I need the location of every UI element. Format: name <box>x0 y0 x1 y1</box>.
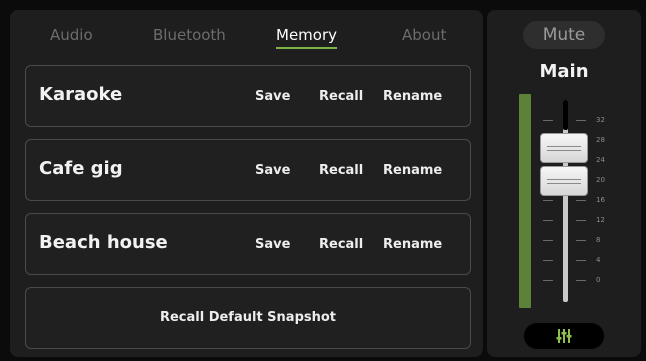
scale-tick <box>543 280 553 281</box>
tab-bluetooth[interactable]: Bluetooth <box>153 26 226 44</box>
fader-track-top <box>563 100 568 130</box>
scale-tick <box>576 120 586 121</box>
fader-handle-line <box>547 179 581 180</box>
tab-memory[interactable]: Memory <box>276 26 338 49</box>
scale-label: 20 <box>596 176 605 184</box>
fader-track <box>563 100 568 302</box>
mute-button[interactable]: Mute <box>523 21 605 49</box>
sliders-icon <box>556 329 572 343</box>
snapshot-row: Beach house Save Recall Rename <box>25 213 471 275</box>
scale-tick <box>543 220 553 221</box>
active-tab-indicator <box>276 47 338 49</box>
scale-tick <box>576 260 586 261</box>
tab-audio[interactable]: Audio <box>50 26 93 44</box>
tab-about[interactable]: About <box>402 26 446 44</box>
rename-button[interactable]: Rename <box>383 163 442 178</box>
scale-tick <box>576 280 586 281</box>
fader-handle[interactable] <box>540 133 588 163</box>
memory-panel: Audio Bluetooth Memory About Karaoke Sav… <box>10 10 483 357</box>
fader-handle-line <box>547 150 581 151</box>
rename-button[interactable]: Rename <box>383 89 442 104</box>
recall-button[interactable]: Recall <box>319 163 363 178</box>
scale-tick <box>543 260 553 261</box>
rename-button[interactable]: Rename <box>383 237 442 252</box>
save-button[interactable]: Save <box>255 163 290 178</box>
recall-default-snapshot-button[interactable]: Recall Default Snapshot <box>25 287 471 349</box>
fader-handle-line <box>547 146 581 147</box>
scale-label: 32 <box>596 116 605 124</box>
scale-label: 4 <box>596 256 601 264</box>
scale-label: 0 <box>596 276 601 284</box>
snapshot-name: Karaoke <box>39 84 123 105</box>
scale-tick <box>576 200 586 201</box>
level-meter <box>519 94 531 308</box>
scale-label: 8 <box>596 236 601 244</box>
scale-tick <box>543 200 553 201</box>
scale-label: 12 <box>596 216 605 224</box>
channel-strip: Mute Main 32 28 24 20 16 12 8 4 0 <box>487 10 641 357</box>
scale-tick <box>543 120 553 121</box>
recall-button[interactable]: Recall <box>319 237 363 252</box>
snapshot-name: Cafe gig <box>39 158 123 179</box>
recall-default-snapshot-label: Recall Default Snapshot <box>159 310 337 325</box>
tab-bar: Audio Bluetooth Memory About <box>10 10 483 60</box>
fader-handle-line <box>547 183 581 184</box>
fader-handle[interactable] <box>540 166 588 196</box>
scale-label: 28 <box>596 136 605 144</box>
recall-button[interactable]: Recall <box>319 89 363 104</box>
scale-tick <box>543 240 553 241</box>
scale-tick <box>576 240 586 241</box>
save-button[interactable]: Save <box>255 89 290 104</box>
channel-label: Main <box>539 61 589 82</box>
snapshot-row: Karaoke Save Recall Rename <box>25 65 471 127</box>
save-button[interactable]: Save <box>255 237 290 252</box>
snapshot-name: Beach house <box>39 232 168 253</box>
scale-label: 24 <box>596 156 605 164</box>
scale-tick <box>576 220 586 221</box>
eq-button[interactable] <box>524 323 604 349</box>
scale-label: 16 <box>596 196 605 204</box>
tab-memory-label: Memory <box>276 26 338 44</box>
snapshot-row: Cafe gig Save Recall Rename <box>25 139 471 201</box>
